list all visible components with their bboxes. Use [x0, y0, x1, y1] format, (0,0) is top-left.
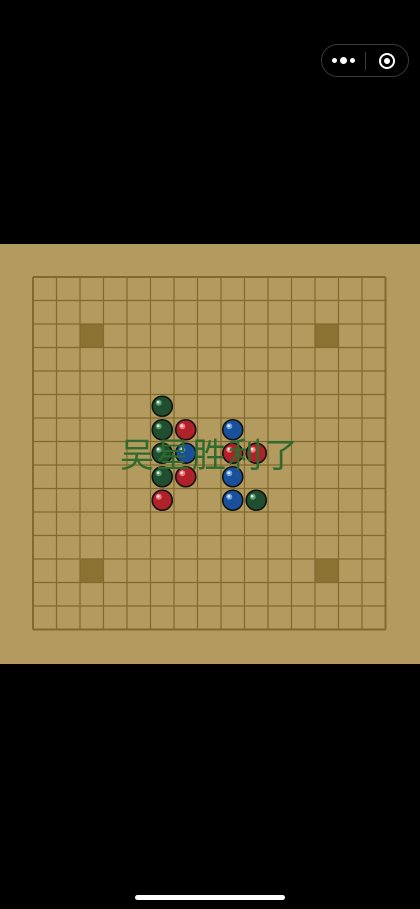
gomoku-board[interactable]: 吴星胜利了: [0, 244, 420, 664]
stone-red: [151, 489, 174, 512]
stone-green: [245, 489, 268, 512]
star-point-3: [315, 559, 339, 583]
star-point-1: [315, 324, 339, 348]
mini-program-capsule: [321, 44, 409, 77]
close-miniprogram-button[interactable]: [365, 45, 408, 76]
star-point-2: [80, 559, 104, 583]
home-indicator[interactable]: [135, 895, 285, 900]
star-point-0: [80, 324, 104, 348]
more-button[interactable]: [322, 45, 365, 76]
winner-message: 吴星胜利了: [120, 436, 300, 476]
more-dots-icon: [331, 57, 355, 64]
stone-green: [151, 395, 174, 418]
target-circle-icon: [378, 52, 395, 69]
stone-blue: [221, 489, 244, 512]
